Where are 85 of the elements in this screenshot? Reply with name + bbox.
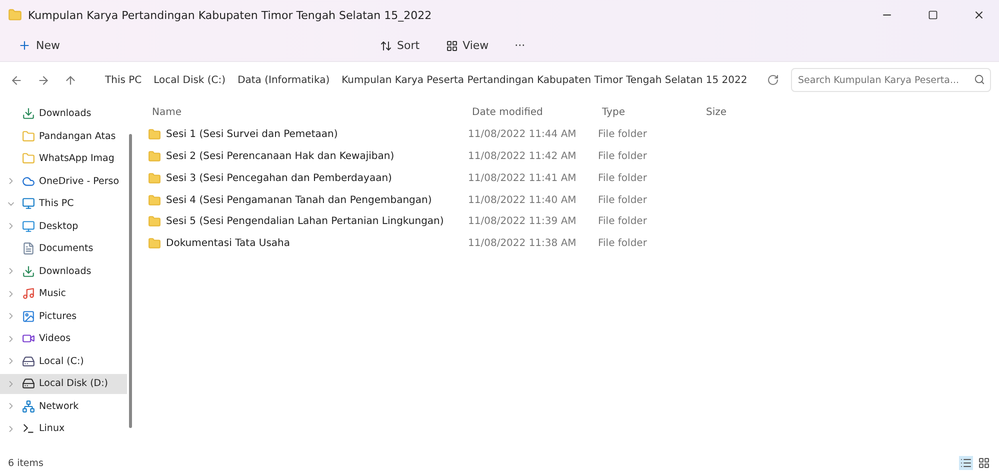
file-name[interactable]: Sesi 3 (Sesi Pencegahan dan Pemberdayaan) <box>148 172 468 185</box>
sidebar-item[interactable]: Desktop <box>0 216 127 236</box>
folder-icon <box>148 194 161 207</box>
sidebar-item[interactable]: Pictures <box>0 306 127 326</box>
breadcrumb[interactable]: Local Disk (C:) <box>152 74 228 86</box>
view-button[interactable]: View <box>440 36 495 55</box>
type-cell-text: File folder <box>598 172 648 184</box>
arrow-up-icon <box>64 74 77 86</box>
date-cell-text: 11/08/2022 11:41 AM <box>468 172 578 184</box>
sidebar-item[interactable]: Downloads <box>0 104 127 124</box>
file-name[interactable]: Sesi 4 (Sesi Pengamanan Tanah dan Pengembangan) <box>148 194 468 207</box>
date-cell-text: 11/08/2022 11:44 AM <box>468 129 578 140</box>
column-header[interactable]: Date modified <box>468 107 598 118</box>
date-cell-text: 11/08/2022 11:38 AM <box>468 238 578 250</box>
details-view-button[interactable] <box>959 456 973 470</box>
type-cell-text: File folder <box>598 216 648 228</box>
type-cell-text: File folder <box>598 150 648 162</box>
date-cell-text: 11/08/2022 11:40 AM <box>468 194 578 206</box>
file-name[interactable]: Sesi 2 (Sesi Perencanaan Hak dan Kewajiban) <box>148 150 468 163</box>
sort-icon <box>380 40 392 52</box>
sidebar-item[interactable]: Local (C:) <box>0 352 127 371</box>
sidebar-item[interactable]: Downloads <box>0 262 127 281</box>
monitor-icon <box>22 197 35 210</box>
tiles-view-button[interactable] <box>977 456 991 470</box>
file-name[interactable]: Sesi 5 (Sesi Pengendalian Lahan Pertanian Lingkungan) <box>148 215 468 228</box>
sidebar-item[interactable]: Network <box>0 396 127 416</box>
address-bar[interactable]: This PC Local Disk (C:) Data (Informatika) Kumpulan Karya Peserta Pertandingan Kabupaten Timor Tengah Selatan 15 2022 <box>89 67 755 93</box>
sidebar-item[interactable]: Local Disk (D:) <box>0 374 127 394</box>
type-cell-text: File folder <box>598 238 648 250</box>
sidebar-item[interactable]: Linux <box>0 419 127 438</box>
folder-icon <box>148 150 161 163</box>
breadcrumb[interactable]: Data (Informatika) <box>236 74 332 86</box>
grid-icon <box>446 40 458 52</box>
folder-icon <box>22 130 35 143</box>
arrow-left-icon <box>10 74 23 86</box>
document-icon <box>22 242 35 256</box>
music-icon <box>22 287 35 300</box>
cloud-icon <box>22 174 35 188</box>
file-name[interactable]: Sesi 1 (Sesi Survei dan Pemetaan) <box>148 128 468 142</box>
type-cell-text: File folder <box>598 194 648 206</box>
sidebar-item[interactable]: Music <box>0 284 127 304</box>
network-icon <box>22 400 35 413</box>
sidebar-item[interactable]: This PC <box>0 194 127 214</box>
folder-icon <box>148 128 161 142</box>
sort-button[interactable]: Sort <box>374 36 426 55</box>
drive-icon <box>22 354 35 368</box>
monitor-icon <box>22 220 35 233</box>
download-icon <box>22 264 35 278</box>
refresh-button[interactable] <box>765 72 781 88</box>
search-field[interactable]: Search Kumpulan Karya Peserta... <box>791 68 991 92</box>
file-name[interactable]: Dokumentasi Tata Usaha <box>148 237 468 250</box>
download-icon <box>22 107 35 120</box>
item-count: 6 items <box>8 458 44 468</box>
grid-icon <box>978 457 990 469</box>
breadcrumb[interactable]: This PC <box>103 74 144 86</box>
type-cell-text: File folder <box>598 129 648 140</box>
close-icon <box>973 9 985 21</box>
plus-icon <box>18 39 31 52</box>
date-cell-text: 11/08/2022 11:42 AM <box>468 150 578 162</box>
maximize-icon <box>928 10 938 20</box>
window-title: Kumpulan Karya Pertandingan Kabupaten Timor Tengah Selatan 15_2022 <box>28 8 433 22</box>
sidebar-item[interactable]: Pandangan Atas <box>0 126 127 146</box>
arrow-right-icon <box>37 74 50 86</box>
sidebar-item[interactable]: OneDrive - Perso <box>0 172 127 191</box>
sidebar-item[interactable]: WhatsApp Imag <box>0 149 127 168</box>
refresh-icon <box>767 74 779 86</box>
folder-icon <box>148 215 161 228</box>
more-button[interactable]: ··· <box>508 36 532 55</box>
sidebar-item[interactable]: Videos <box>0 329 127 348</box>
folder-icon <box>148 237 161 250</box>
folder-icon <box>22 152 35 166</box>
search-icon <box>974 74 985 85</box>
date-cell-text: 11/08/2022 11:39 AM <box>468 216 578 228</box>
folder-icon <box>8 8 22 22</box>
column-header[interactable]: Name <box>148 107 468 118</box>
folder-icon <box>148 172 161 185</box>
sidebar-item[interactable]: Documents <box>0 239 127 258</box>
drive-icon <box>22 377 35 390</box>
column-header[interactable]: Type <box>598 107 702 118</box>
column-header[interactable]: Size <box>702 107 782 118</box>
picture-icon <box>22 310 35 323</box>
video-icon <box>22 332 35 346</box>
terminal-icon <box>22 422 35 436</box>
new-button[interactable]: New <box>12 36 66 55</box>
breadcrumb[interactable]: Kumpulan Karya Peserta Pertandingan Kabupaten Timor Tengah Selatan 15 2022 <box>340 74 750 86</box>
